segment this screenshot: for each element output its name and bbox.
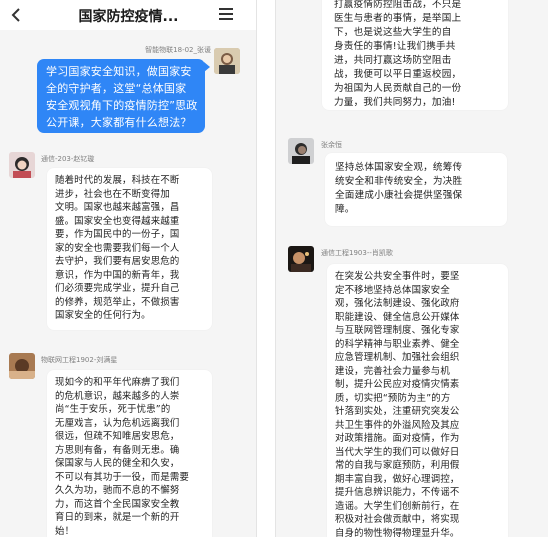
message-text: 打赢疫情防控阻击战，不只是 医生与患者的事情，是举国上 下，也是说这些大学生的自… — [334, 0, 462, 108]
chat-title: 国家防控疫情... — [78, 9, 179, 25]
sender-name: 通信-203-赵钇璇 — [41, 155, 95, 163]
message-bubble[interactable]: 学习国家安全知识，做国家安 全的守护者，这堂“总体国家 安全观视角下的疫情防控”… — [37, 59, 205, 133]
chat-screen-left: 国家防控疫情... 智能物联18-02_张谖 学习国家安全知识，做国家安 全的守… — [0, 0, 257, 537]
sender-name: 物联网工程1902-刘满星 — [41, 356, 118, 364]
message-text: 在突发公共安全事件时，要坚 定不移地坚持总体国家安全 观，强化法制建设、强化政府… — [335, 271, 460, 537]
menu-icon[interactable] — [219, 8, 233, 21]
top-bar: 国家防控疫情... — [0, 0, 256, 30]
message-bubble[interactable]: 打赢疫情防控阻击战，不只是 医生与患者的事情，是举国上 下，也是说这些大学生的自… — [322, 0, 508, 110]
message-text: 坚持总体国家安全观，统筹传 统安全和非传统安全，为决胜 全面建成小康社会提供坚强… — [335, 162, 463, 215]
sender-name: 智能物联18-02_张谖 — [145, 46, 211, 54]
sender-name: 通信工程1903--肖凯歌 — [321, 249, 393, 257]
chat-screen-right: 打赢疫情防控阻击战，不只是 医生与患者的事情，是举国上 下，也是说这些大学生的自… — [275, 0, 548, 537]
message-text: 现如今的和平年代麻痹了我们 的危机意识，越来越多的人崇 尚“生于安乐，死于忧患”… — [55, 377, 190, 537]
avatar[interactable] — [288, 138, 314, 164]
back-icon[interactable] — [9, 7, 23, 23]
sender-name: 张余恒 — [321, 141, 342, 149]
message-text: 随着时代的发展，科技在不断 进步，社会也在不断变得加 文明。国家也越来越富强，昌… — [55, 175, 180, 321]
message-text: 学习国家安全知识，做国家安 全的守护者，这堂“总体国家 安全观视角下的疫情防控”… — [46, 65, 198, 129]
message-bubble[interactable]: 坚持总体国家安全观，统筹传 统安全和非传统安全，为决胜 全面建成小康社会提供坚强… — [325, 153, 507, 226]
avatar[interactable] — [214, 48, 240, 74]
message-bubble[interactable]: 在突发公共安全事件时，要坚 定不移地坚持总体国家安全 观，强化法制建设、强化政府… — [327, 264, 508, 537]
avatar[interactable] — [9, 152, 35, 178]
avatar[interactable] — [9, 353, 35, 379]
avatar[interactable] — [288, 246, 314, 272]
message-bubble[interactable]: 现如今的和平年代麻痹了我们 的危机意识，越来越多的人崇 尚“生于安乐，死于忧患”… — [47, 370, 212, 537]
message-bubble[interactable]: 随着时代的发展，科技在不断 进步，社会也在不断变得加 文明。国家也越来越富强，昌… — [47, 168, 212, 330]
